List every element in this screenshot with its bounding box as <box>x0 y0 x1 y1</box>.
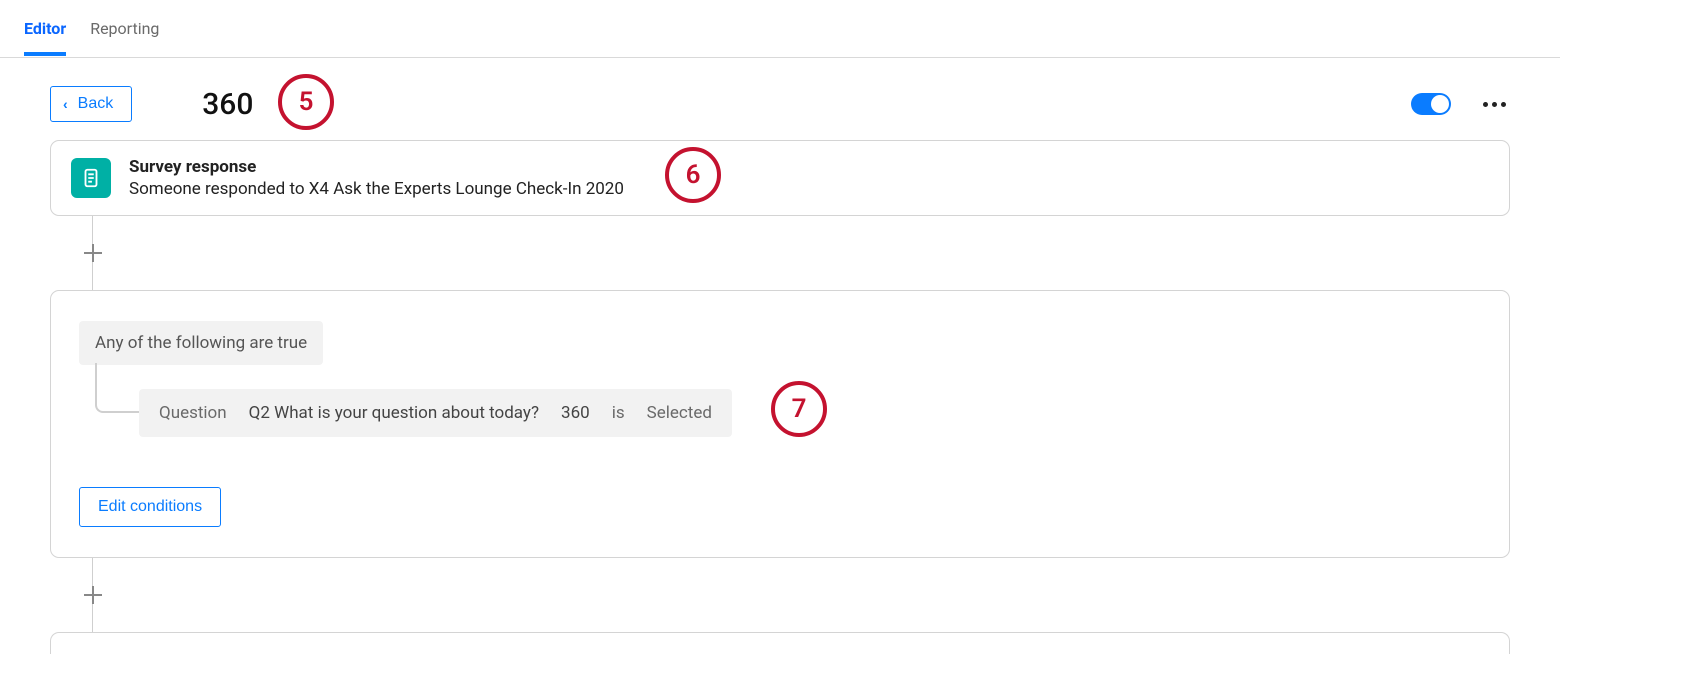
chevron-left-icon: ‹ <box>63 96 68 112</box>
trigger-description: Someone responded to X4 Ask the Experts … <box>129 179 624 199</box>
condition-option: 360 <box>561 403 590 423</box>
back-button-label: Back <box>78 95 114 113</box>
page-header: ‹ Back 360 5 <box>0 58 1560 140</box>
condition-operator: is <box>612 403 625 423</box>
annotation-6: 6 <box>665 147 721 203</box>
survey-response-icon <box>71 158 111 198</box>
back-button[interactable]: ‹ Back <box>50 86 132 122</box>
tab-editor[interactable]: Editor <box>24 1 66 56</box>
condition-group-header: Any of the following are true <box>79 321 323 365</box>
flow-connector <box>92 262 1510 290</box>
more-menu-icon[interactable] <box>1479 98 1510 111</box>
next-card-peek <box>50 632 1510 654</box>
edit-conditions-button[interactable]: Edit conditions <box>79 487 221 527</box>
condition-state: Selected <box>647 403 712 423</box>
condition-row: Question Q2 What is your question about … <box>139 389 732 437</box>
condition-question: Q2 What is your question about today? <box>249 403 539 423</box>
page-title: 360 <box>202 87 253 122</box>
trigger-card[interactable]: Survey response Someone responded to X4 … <box>50 140 1510 216</box>
add-step-button[interactable] <box>84 244 102 262</box>
condition-type-label: Question <box>159 403 227 423</box>
add-step-button[interactable] <box>84 586 102 604</box>
condition-card[interactable]: Any of the following are true Question Q… <box>50 290 1510 558</box>
workflow-toggle[interactable] <box>1411 93 1451 115</box>
flow-connector <box>92 604 1510 632</box>
flow-connector <box>92 216 1510 244</box>
annotation-5: 5 <box>278 74 334 130</box>
tree-connector-icon <box>95 363 139 413</box>
flow-connector <box>92 558 1510 586</box>
tab-bar: Editor Reporting <box>0 0 1560 58</box>
trigger-title: Survey response <box>129 157 624 177</box>
tab-reporting[interactable]: Reporting <box>90 1 159 56</box>
